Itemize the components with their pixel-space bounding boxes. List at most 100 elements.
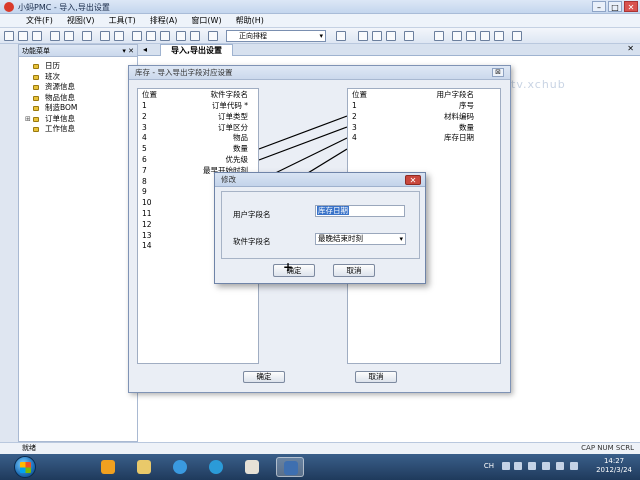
software-field-select[interactable]: 最晚结束时刻 ▾	[315, 233, 406, 245]
print2-icon[interactable]	[100, 31, 110, 41]
taskbar-pmc[interactable]	[276, 457, 304, 477]
tree-item-label: 物品信息	[45, 92, 75, 102]
list-icon[interactable]	[372, 31, 382, 41]
export-icon[interactable]	[466, 31, 476, 41]
menu-tools[interactable]: 工具(T)	[109, 14, 136, 27]
minimize-button[interactable]: –	[592, 1, 606, 12]
row-position: 4	[352, 133, 357, 143]
flag-tray-icon[interactable]	[542, 462, 550, 470]
close-button[interactable]: ✕	[624, 1, 638, 12]
window-title: 小蚂PMC - 导入,导出设置	[18, 3, 110, 12]
tree-item-work[interactable]: 工作信息	[27, 124, 137, 135]
dropdown-arrow-icon: ▾	[399, 235, 403, 243]
menu-window[interactable]: 窗口(W)	[191, 14, 221, 27]
paste-icon[interactable]	[160, 31, 170, 41]
schedule-direction-combo[interactable]: 正向排程	[226, 30, 326, 42]
taskbar-app-m[interactable]	[202, 457, 230, 477]
software-field-row[interactable]: 6 优先级	[138, 155, 258, 166]
user-field-list-header: 位置 用户字段名	[348, 89, 500, 101]
folder-icon	[33, 74, 39, 80]
close-doc-icon[interactable]	[434, 31, 444, 41]
tray-arrow-icon[interactable]	[528, 462, 536, 470]
edit-dialog-titlebar: 修改 ✕	[215, 173, 425, 187]
redo-icon[interactable]	[190, 31, 200, 41]
tab-close-icon[interactable]: ✕	[627, 44, 634, 53]
ok-button[interactable]: 确定	[243, 371, 285, 383]
menu-help[interactable]: 帮助(H)	[236, 14, 264, 27]
tree-item-resources[interactable]: 资源信息	[27, 82, 137, 93]
column-header-position: 位置	[142, 90, 157, 99]
software-field-row[interactable]: 5 数量	[138, 144, 258, 155]
search-icon[interactable]	[208, 31, 218, 41]
taskbar-explorer[interactable]	[130, 457, 158, 477]
user-field-row[interactable]: 2 材料编码	[348, 112, 500, 123]
cut-icon[interactable]	[132, 31, 142, 41]
network-tray-icon[interactable]	[556, 462, 564, 470]
open-icon[interactable]	[18, 31, 28, 41]
taskbar-app-doc[interactable]	[238, 457, 266, 477]
user-field-row[interactable]: 3 数量	[348, 123, 500, 134]
software-field-row[interactable]: 4 物品	[138, 133, 258, 144]
check-icon[interactable]	[404, 31, 414, 41]
import-icon[interactable]	[452, 31, 462, 41]
keyboard-tray-icon[interactable]	[502, 462, 510, 470]
menu-view[interactable]: 视图(V)	[67, 14, 95, 27]
software-field-row[interactable]: 2 订单类型	[138, 112, 258, 123]
clock-time: 14:27	[603, 457, 625, 465]
software-field-list-header: 位置 软件字段名	[138, 89, 258, 101]
tree-expander[interactable]: ⊞	[25, 114, 31, 125]
edit-ok-button[interactable]: 确定	[273, 264, 315, 277]
dialog-close-icon[interactable]: ⊠	[492, 68, 504, 77]
tree-item-calendar[interactable]: 日历	[27, 61, 137, 72]
row-software-field: 数量	[233, 144, 248, 154]
software-field-row[interactable]: 1 订单代码 *	[138, 101, 258, 112]
status-indicators: CAP NUM SCRL	[581, 444, 634, 452]
preview-icon[interactable]	[64, 31, 74, 41]
table-icon[interactable]	[386, 31, 396, 41]
tree-item-orders[interactable]: ⊞ 订单信息	[25, 113, 137, 125]
grid-icon[interactable]	[358, 31, 368, 41]
menu-file[interactable]: 文件(F)	[26, 14, 53, 27]
report-icon[interactable]	[480, 31, 490, 41]
new-icon[interactable]	[4, 31, 14, 41]
tree-item-shift[interactable]: 班次	[27, 72, 137, 83]
print-icon[interactable]	[50, 31, 60, 41]
tree-item-items[interactable]: 物品信息	[27, 93, 137, 104]
software-field-row[interactable]: 3 订单区分	[138, 123, 258, 134]
user-field-input[interactable]: 库存日期	[315, 205, 405, 217]
user-field-row[interactable]: 1 序号	[348, 101, 500, 112]
cancel-button[interactable]: 取消	[355, 371, 397, 383]
input-language-indicator[interactable]: CH	[484, 462, 494, 470]
row-user-field: 数量	[459, 122, 474, 132]
folder-icon	[33, 116, 39, 122]
menu-schedule[interactable]: 排程(A)	[150, 14, 178, 27]
volume-tray-icon[interactable]	[570, 462, 578, 470]
chart-icon[interactable]	[494, 31, 504, 41]
tree-item-label: 订单信息	[45, 113, 75, 123]
tab-scroll-left-icon[interactable]: ◂	[143, 45, 147, 54]
panel-pin-icon[interactable]: ▾ ✕	[122, 45, 134, 57]
edit-cancel-button[interactable]: 取消	[333, 264, 375, 277]
start-button[interactable]	[14, 456, 36, 478]
taskbar-media-player[interactable]	[94, 457, 122, 477]
maximize-button[interactable]: □	[608, 1, 622, 12]
zoom-icon[interactable]	[114, 31, 124, 41]
edit-dialog-close-button[interactable]: ✕	[405, 175, 421, 185]
user-field-row[interactable]: 4 库存日期	[348, 133, 500, 144]
copy-icon[interactable]	[146, 31, 156, 41]
save-icon[interactable]	[32, 31, 42, 41]
taskbar-ie[interactable]	[166, 457, 194, 477]
find-icon[interactable]	[82, 31, 92, 41]
tree-item-label: 制造BOM	[45, 103, 78, 112]
edit-field-group	[221, 191, 420, 259]
tree-item-bom[interactable]: 制造BOM	[27, 103, 137, 114]
row-software-field: 物品	[233, 133, 248, 143]
tab-import-export-settings[interactable]: 导入,导出设置	[160, 44, 234, 56]
gantt-icon[interactable]	[336, 31, 346, 41]
help-tray-icon[interactable]	[514, 462, 522, 470]
undo-icon[interactable]	[176, 31, 186, 41]
settings-icon[interactable]	[512, 31, 522, 41]
row-position: 5	[142, 144, 147, 154]
window-controls: – □ ✕	[592, 1, 638, 12]
taskbar-clock[interactable]: 14:27 2012/3/24	[596, 457, 632, 475]
